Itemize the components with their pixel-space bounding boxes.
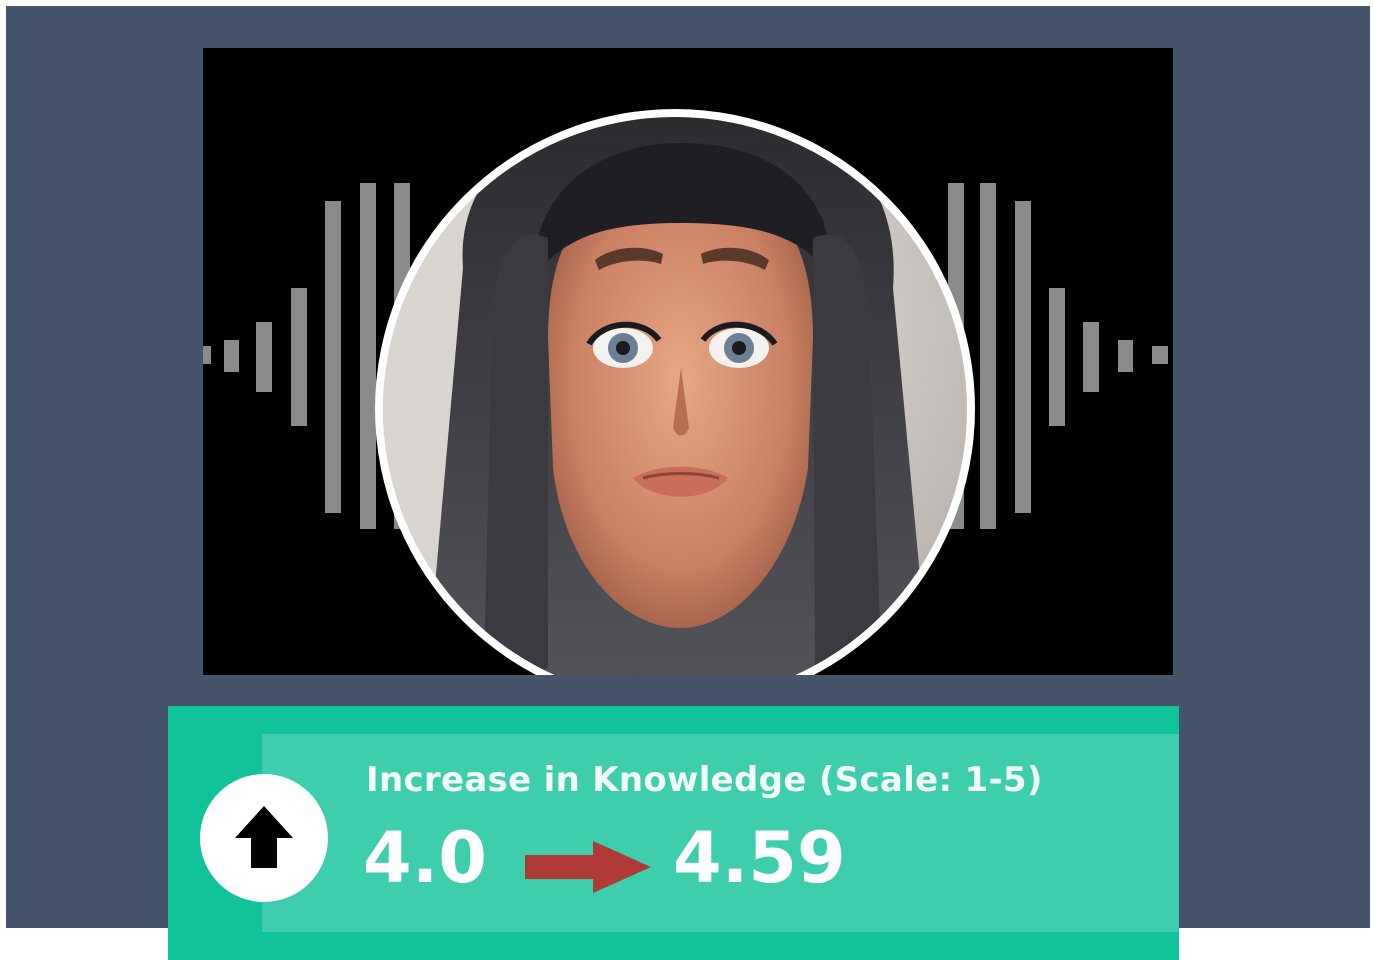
slide: Increase in Knowledge (Scale: 1-5) 4.0 4… <box>0 0 1374 960</box>
knowledge-panel: Increase in Knowledge (Scale: 1-5) 4.0 4… <box>168 706 1179 960</box>
arrow-up-icon <box>235 806 293 868</box>
value-after: 4.59 <box>673 817 846 899</box>
value-before: 4.0 <box>363 817 488 899</box>
avatar-face <box>383 117 967 675</box>
increase-badge <box>200 774 328 902</box>
metric-label: Increase in Knowledge (Scale: 1-5) <box>366 760 1043 800</box>
avatar-visual <box>203 109 1168 675</box>
avatar-video[interactable] <box>203 48 1173 675</box>
arrow-right-icon <box>525 841 651 893</box>
